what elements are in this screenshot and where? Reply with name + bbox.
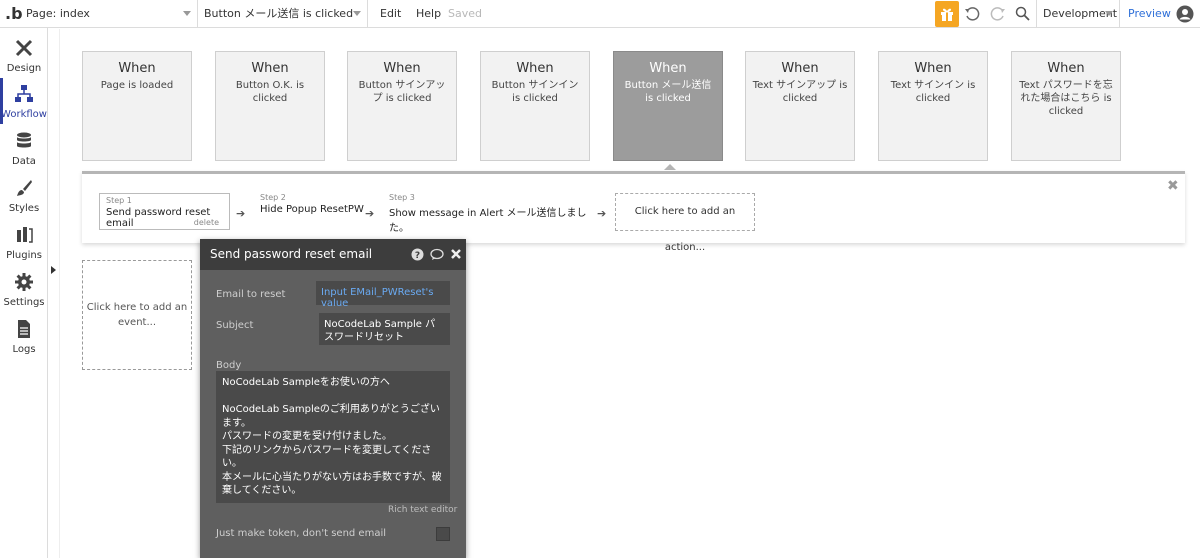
sidebar-item-styles[interactable]: Styles xyxy=(0,172,48,218)
event-description: Page is loaded xyxy=(100,80,174,91)
chevron-down-icon xyxy=(1105,11,1113,16)
step-number: Step 1 xyxy=(106,196,132,205)
sidebar-item-label: Logs xyxy=(12,344,36,355)
user-avatar-icon[interactable] xyxy=(1176,5,1194,23)
database-icon xyxy=(17,132,31,148)
element-select-label: Button メール送信 is clicked xyxy=(204,7,354,20)
body-field[interactable]: NoCodeLab Sampleをお使いの方へ NoCodeLab Sample… xyxy=(216,371,450,503)
sidebar-item-design[interactable]: Design xyxy=(0,32,48,78)
plug-icon xyxy=(17,227,33,243)
event-when: When xyxy=(781,61,819,76)
gift-button[interactable] xyxy=(935,1,959,27)
event-description: Text パスワードを忘れた場合はこちら is clicked xyxy=(1019,80,1113,117)
workflow-icon xyxy=(15,85,33,102)
event-card[interactable]: When Text サインイン is clicked xyxy=(878,51,988,161)
step-name: Hide Popup ResetPW xyxy=(260,204,364,215)
add-action-button[interactable]: Click here to add an action... xyxy=(615,193,755,253)
delete-step-link[interactable]: delete xyxy=(194,218,219,227)
edit-menu[interactable]: Edit xyxy=(380,0,401,28)
event-description: Button サインイン is clicked xyxy=(491,80,579,104)
step-name: Show message in Alert メール送信しました。 xyxy=(389,208,587,234)
event-when: When xyxy=(383,61,421,76)
sidebar-item-settings[interactable]: Settings xyxy=(0,266,48,312)
comment-icon[interactable] xyxy=(430,248,444,261)
actions-bar: ✖ Step 1 Send password reset email delet… xyxy=(82,171,1185,253)
gift-icon xyxy=(941,8,953,21)
event-when: When xyxy=(516,61,554,76)
element-select[interactable]: Button メール送信 is clicked xyxy=(198,0,368,28)
chevron-down-icon xyxy=(183,11,191,16)
sidebar-item-label: Workflow xyxy=(1,109,47,120)
undo-icon[interactable] xyxy=(964,6,980,22)
sidebar-item-label: Data xyxy=(12,156,36,167)
event-card[interactable]: When Text パスワードを忘れた場合はこちら is clicked xyxy=(1011,51,1121,161)
token-only-label: Just make token, don't send email xyxy=(216,528,387,539)
event-when: When xyxy=(251,61,289,76)
panel-title: Send password reset email xyxy=(210,247,373,261)
rich-text-editor-link[interactable]: Rich text editor xyxy=(388,505,457,515)
sidebar-item-plugins[interactable]: Plugins xyxy=(0,219,48,265)
event-card[interactable]: When Page is loaded xyxy=(82,51,192,161)
help-menu[interactable]: Help xyxy=(416,0,441,28)
sidebar-expand-arrow-icon[interactable] xyxy=(51,266,56,274)
svg-text:?: ? xyxy=(415,251,420,261)
arrow-right-icon: ➔ xyxy=(597,207,607,220)
event-description: Text サインアップ is clicked xyxy=(752,80,848,104)
event-card[interactable]: When Button サインイン is clicked xyxy=(480,51,590,161)
page-select[interactable]: Page: index xyxy=(20,0,198,28)
step-number: Step 3 xyxy=(389,193,415,202)
gear-icon xyxy=(15,273,33,291)
sidebar-item-workflow[interactable]: Workflow xyxy=(0,78,48,124)
design-icon xyxy=(15,39,33,57)
event-when: When xyxy=(1047,61,1085,76)
arrow-right-icon: ➔ xyxy=(365,207,375,220)
saved-status: Saved xyxy=(448,7,482,20)
sidebar: Design Workflow Data Styles Plugins Sett… xyxy=(0,28,48,558)
step-number: Step 2 xyxy=(260,193,286,202)
top-bar: .b Page: index Button メール送信 is clicked E… xyxy=(0,0,1200,28)
sidebar-item-label: Plugins xyxy=(6,250,42,261)
action-step-1[interactable]: Step 1 Send password reset email delete xyxy=(99,193,230,230)
close-icon[interactable] xyxy=(450,248,462,260)
body-label: Body xyxy=(216,360,242,371)
chevron-down-icon xyxy=(353,11,361,16)
event-when: When xyxy=(649,61,687,76)
action-step-2[interactable]: Step 2 Hide Popup ResetPW xyxy=(260,193,370,215)
preview-link[interactable]: Preview xyxy=(1128,0,1171,28)
brush-icon xyxy=(17,180,32,196)
environment-select[interactable]: Development xyxy=(1036,0,1120,28)
page-select-label: Page: index xyxy=(26,7,90,20)
add-event-button[interactable]: Click here to add an event... xyxy=(82,260,192,370)
event-when: When xyxy=(118,61,156,76)
event-description: Button サインアップ is clicked xyxy=(358,80,446,104)
action-step-3[interactable]: Step 3 Show message in Alert メール送信しました。 xyxy=(389,193,599,234)
panel-header: Send password reset email ? xyxy=(200,239,466,270)
event-when: When xyxy=(914,61,952,76)
event-card[interactable]: When Text サインアップ is clicked xyxy=(745,51,855,161)
search-icon[interactable] xyxy=(1015,6,1030,21)
close-icon[interactable]: ✖ xyxy=(1167,178,1179,194)
subject-label: Subject xyxy=(216,320,254,331)
subject-field[interactable]: NoCodeLab Sample パスワードリセット xyxy=(319,313,450,345)
sidebar-item-logs[interactable]: Logs xyxy=(0,313,48,359)
sidebar-item-data[interactable]: Data xyxy=(0,125,48,171)
email-to-reset-label: Email to reset xyxy=(216,289,286,300)
event-card[interactable]: When Button O.K. is clicked xyxy=(215,51,325,161)
document-icon xyxy=(18,320,30,338)
selected-event-pointer xyxy=(664,164,676,170)
event-card[interactable]: When Button サインアップ is clicked xyxy=(347,51,457,161)
email-to-reset-field[interactable]: Input EMail_PWReset's value xyxy=(316,281,450,309)
token-only-checkbox[interactable] xyxy=(436,527,450,541)
event-description: Button メール送信 is clicked xyxy=(624,80,712,104)
arrow-right-icon: ➔ xyxy=(236,207,246,220)
event-description: Text サインイン is clicked xyxy=(890,80,976,104)
redo-icon[interactable] xyxy=(990,6,1006,22)
sidebar-item-label: Design xyxy=(6,63,42,74)
event-description: Button O.K. is clicked xyxy=(235,80,305,104)
help-icon[interactable]: ? xyxy=(411,248,424,261)
sidebar-item-label: Styles xyxy=(8,203,40,214)
event-card-selected[interactable]: When Button メール送信 is clicked xyxy=(613,51,723,161)
sidebar-item-label: Settings xyxy=(3,297,45,308)
